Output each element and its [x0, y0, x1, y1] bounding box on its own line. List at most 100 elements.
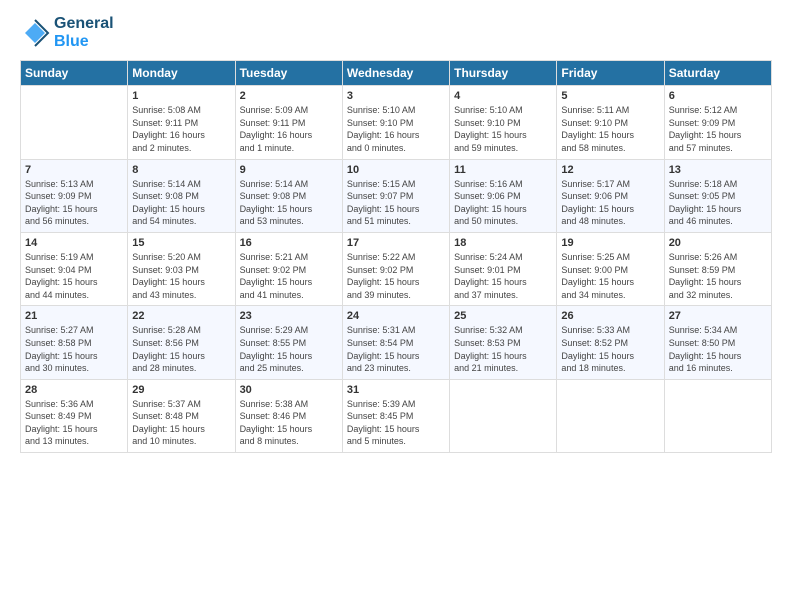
day-info: Sunrise: 5:14 AM Sunset: 9:08 PM Dayligh…: [240, 178, 338, 228]
day-info: Sunrise: 5:27 AM Sunset: 8:58 PM Dayligh…: [25, 324, 123, 374]
day-info: Sunrise: 5:16 AM Sunset: 9:06 PM Dayligh…: [454, 178, 552, 228]
day-info: Sunrise: 5:38 AM Sunset: 8:46 PM Dayligh…: [240, 398, 338, 448]
day-number: 9: [240, 164, 338, 176]
calendar-cell: 27 Sunrise: 5:34 AM Sunset: 8:50 PM Dayli…: [664, 306, 771, 379]
calendar-cell: [21, 86, 128, 159]
day-number: 17: [347, 237, 445, 249]
day-number: 13: [669, 164, 767, 176]
day-info: Sunrise: 5:08 AM Sunset: 9:11 PM Dayligh…: [132, 104, 230, 154]
calendar-table: SundayMondayTuesdayWednesdayThursdayFrid…: [20, 60, 772, 453]
day-info: Sunrise: 5:24 AM Sunset: 9:01 PM Dayligh…: [454, 251, 552, 301]
weekday-header: Wednesday: [342, 61, 449, 86]
day-number: 1: [132, 90, 230, 102]
calendar-cell: 31 Sunrise: 5:39 AM Sunset: 8:45 PM Dayli…: [342, 379, 449, 452]
day-number: 30: [240, 384, 338, 396]
day-number: 25: [454, 310, 552, 322]
day-number: 26: [561, 310, 659, 322]
day-info: Sunrise: 5:13 AM Sunset: 9:09 PM Dayligh…: [25, 178, 123, 228]
logo-text: General Blue: [54, 15, 114, 50]
day-number: 10: [347, 164, 445, 176]
calendar-cell: 23Sunrise: 5:29 AM Sunset: 8:55 PM Dayli…: [235, 306, 342, 379]
weekday-header: Tuesday: [235, 61, 342, 86]
day-info: Sunrise: 5:34 AM Sunset: 8:50 PM Dayligh…: [669, 324, 767, 374]
calendar-cell: 26 Sunrise: 5:33 AM Sunset: 8:52 PM Dayli…: [557, 306, 664, 379]
day-number: 7: [25, 164, 123, 176]
header: General Blue: [20, 15, 772, 50]
calendar-week-row: 21 Sunrise: 5:27 AM Sunset: 8:58 PM Dayli…: [21, 306, 772, 379]
weekday-header: Saturday: [664, 61, 771, 86]
day-number: 19: [561, 237, 659, 249]
calendar-cell: 25 Sunrise: 5:32 AM Sunset: 8:53 PM Dayli…: [450, 306, 557, 379]
day-info: Sunrise: 5:12 AM Sunset: 9:09 PM Dayligh…: [669, 104, 767, 154]
day-info: Sunrise: 5:18 AM Sunset: 9:05 PM Dayligh…: [669, 178, 767, 228]
calendar-cell: [664, 379, 771, 452]
day-number: 6: [669, 90, 767, 102]
day-info: Sunrise: 5:28 AM Sunset: 8:56 PM Dayligh…: [132, 324, 230, 374]
calendar-cell: 24 Sunrise: 5:31 AM Sunset: 8:54 PM Dayli…: [342, 306, 449, 379]
calendar-cell: 4Sunrise: 5:10 AM Sunset: 9:10 PM Daylig…: [450, 86, 557, 159]
day-info: Sunrise: 5:20 AM Sunset: 9:03 PM Dayligh…: [132, 251, 230, 301]
calendar-cell: 29 Sunrise: 5:37 AM Sunset: 8:48 PM Dayli…: [128, 379, 235, 452]
calendar-cell: [557, 379, 664, 452]
day-info: Sunrise: 5:22 AM Sunset: 9:02 PM Dayligh…: [347, 251, 445, 301]
day-info: Sunrise: 5:29 AM Sunset: 8:55 PM Dayligh…: [240, 324, 338, 374]
weekday-header: Friday: [557, 61, 664, 86]
calendar-cell: 14 Sunrise: 5:19 AM Sunset: 9:04 PM Dayli…: [21, 232, 128, 305]
calendar-cell: 6 Sunrise: 5:12 AM Sunset: 9:09 PM Daylig…: [664, 86, 771, 159]
calendar-cell: 30 Sunrise: 5:38 AM Sunset: 8:46 PM Dayli…: [235, 379, 342, 452]
day-number: 5: [561, 90, 659, 102]
day-number: 21: [25, 310, 123, 322]
calendar-week-row: 7 Sunrise: 5:13 AM Sunset: 9:09 PM Daylig…: [21, 159, 772, 232]
calendar-cell: 1 Sunrise: 5:08 AM Sunset: 9:11 PM Daylig…: [128, 86, 235, 159]
day-number: 11: [454, 164, 552, 176]
day-number: 20: [669, 237, 767, 249]
logo: General Blue: [20, 15, 114, 50]
calendar-cell: 18 Sunrise: 5:24 AM Sunset: 9:01 PM Dayli…: [450, 232, 557, 305]
day-info: Sunrise: 5:15 AM Sunset: 9:07 PM Dayligh…: [347, 178, 445, 228]
day-info: Sunrise: 5:09 AM Sunset: 9:11 PM Dayligh…: [240, 104, 338, 154]
day-info: Sunrise: 5:39 AM Sunset: 8:45 PM Dayligh…: [347, 398, 445, 448]
calendar-cell: 20 Sunrise: 5:26 AM Sunset: 8:59 PM Dayli…: [664, 232, 771, 305]
calendar-cell: 13 Sunrise: 5:18 AM Sunset: 9:05 PM Dayli…: [664, 159, 771, 232]
day-info: Sunrise: 5:17 AM Sunset: 9:06 PM Dayligh…: [561, 178, 659, 228]
calendar-cell: [450, 379, 557, 452]
calendar-cell: 8Sunrise: 5:14 AM Sunset: 9:08 PM Daylig…: [128, 159, 235, 232]
day-info: Sunrise: 5:33 AM Sunset: 8:52 PM Dayligh…: [561, 324, 659, 374]
weekday-header: Thursday: [450, 61, 557, 86]
weekday-header: Monday: [128, 61, 235, 86]
day-info: Sunrise: 5:32 AM Sunset: 8:53 PM Dayligh…: [454, 324, 552, 374]
calendar-week-row: 14 Sunrise: 5:19 AM Sunset: 9:04 PM Dayli…: [21, 232, 772, 305]
day-number: 31: [347, 384, 445, 396]
day-info: Sunrise: 5:36 AM Sunset: 8:49 PM Dayligh…: [25, 398, 123, 448]
day-info: Sunrise: 5:19 AM Sunset: 9:04 PM Dayligh…: [25, 251, 123, 301]
day-number: 14: [25, 237, 123, 249]
calendar-cell: 5 Sunrise: 5:11 AM Sunset: 9:10 PM Daylig…: [557, 86, 664, 159]
calendar-week-row: 1 Sunrise: 5:08 AM Sunset: 9:11 PM Daylig…: [21, 86, 772, 159]
day-number: 28: [25, 384, 123, 396]
calendar-cell: 7 Sunrise: 5:13 AM Sunset: 9:09 PM Daylig…: [21, 159, 128, 232]
day-info: Sunrise: 5:11 AM Sunset: 9:10 PM Dayligh…: [561, 104, 659, 154]
day-number: 24: [347, 310, 445, 322]
calendar-cell: 11 Sunrise: 5:16 AM Sunset: 9:06 PM Dayli…: [450, 159, 557, 232]
day-number: 29: [132, 384, 230, 396]
day-info: Sunrise: 5:31 AM Sunset: 8:54 PM Dayligh…: [347, 324, 445, 374]
calendar-cell: 10 Sunrise: 5:15 AM Sunset: 9:07 PM Dayli…: [342, 159, 449, 232]
page: General Blue SundayMondayTuesdayWednesda…: [0, 0, 792, 612]
calendar-cell: 28 Sunrise: 5:36 AM Sunset: 8:49 PM Dayli…: [21, 379, 128, 452]
calendar-cell: 3Sunrise: 5:10 AM Sunset: 9:10 PM Daylig…: [342, 86, 449, 159]
calendar-cell: 15 Sunrise: 5:20 AM Sunset: 9:03 PM Dayli…: [128, 232, 235, 305]
day-number: 27: [669, 310, 767, 322]
day-number: 15: [132, 237, 230, 249]
logo-icon: [20, 18, 50, 48]
calendar-cell: 17 Sunrise: 5:22 AM Sunset: 9:02 PM Dayli…: [342, 232, 449, 305]
day-number: 18: [454, 237, 552, 249]
day-info: Sunrise: 5:37 AM Sunset: 8:48 PM Dayligh…: [132, 398, 230, 448]
day-info: Sunrise: 5:25 AM Sunset: 9:00 PM Dayligh…: [561, 251, 659, 301]
day-info: Sunrise: 5:26 AM Sunset: 8:59 PM Dayligh…: [669, 251, 767, 301]
weekday-header-row: SundayMondayTuesdayWednesdayThursdayFrid…: [21, 61, 772, 86]
day-number: 8: [132, 164, 230, 176]
day-number: 4: [454, 90, 552, 102]
day-number: 2: [240, 90, 338, 102]
day-info: Sunrise: 5:10 AM Sunset: 9:10 PM Dayligh…: [347, 104, 445, 154]
calendar-cell: 16Sunrise: 5:21 AM Sunset: 9:02 PM Dayli…: [235, 232, 342, 305]
